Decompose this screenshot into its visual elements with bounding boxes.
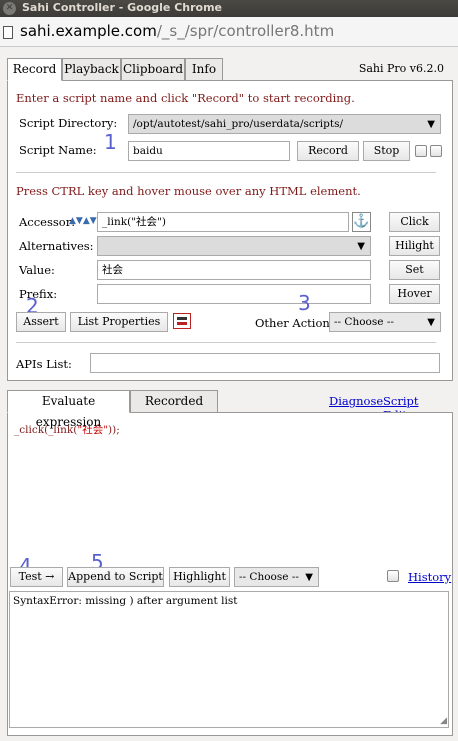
assert-button[interactable]: Assert (16, 312, 66, 332)
apis-list-input[interactable] (90, 353, 440, 373)
divider (16, 172, 436, 173)
evaluate-choose-select[interactable]: -- Choose -- ▼ (234, 567, 319, 587)
anchor-icon[interactable]: ⚓ (352, 212, 371, 232)
version-label: Sahi Pro v6.2.0 (358, 62, 444, 75)
apis-list-label: APIs List: (16, 357, 72, 371)
url-bar[interactable]: sahi.example.com/_s_/spr/controller8.htm (0, 17, 458, 47)
tab-info[interactable]: Info (185, 58, 223, 81)
accessor-arrows-icon[interactable]: ▲▼▲▼ (69, 216, 97, 226)
other-actions-label: Other Actions: (255, 316, 340, 330)
url-host: sahi.example.com (20, 22, 157, 40)
tab-evaluate-expression[interactable]: Evaluate expression (7, 390, 130, 429)
code-suffix: )); (108, 424, 120, 436)
script-name-label: Script Name: (19, 143, 97, 157)
set-button[interactable]: Set (389, 260, 440, 280)
tab-recorded-steps[interactable]: Recorded steps (130, 390, 218, 429)
other-actions-value: -- Choose -- (334, 316, 394, 328)
script-directory-label: Script Directory: (19, 116, 118, 130)
prefix-input[interactable] (97, 284, 371, 304)
window-titlebar: ✕ Sahi Controller - Google Chrome (0, 0, 458, 17)
value-input[interactable]: 社会 (97, 260, 371, 280)
close-icon[interactable]: ✕ (3, 2, 16, 15)
history-link[interactable]: History (408, 570, 451, 584)
record-option-checkbox-2[interactable] (430, 145, 442, 157)
record-instruction: Enter a script name and click "Record" t… (16, 91, 355, 105)
tab-playback[interactable]: Playback (62, 58, 121, 81)
hilight-button[interactable]: Hilight (389, 236, 440, 256)
window-title: Sahi Controller - Google Chrome (22, 1, 223, 14)
chevron-down-icon: ▼ (427, 317, 435, 328)
hover-instruction: Press CTRL key and hover mouse over any … (16, 184, 361, 198)
click-button[interactable]: Click (389, 212, 440, 232)
accessor-label: Accessor: (19, 215, 76, 229)
diagnose-link[interactable]: Diagnose (329, 394, 383, 408)
history-checkbox[interactable] (387, 570, 399, 582)
tab-playback-label: Playback (64, 62, 119, 76)
divider (16, 342, 436, 343)
list-properties-button[interactable]: List Properties (70, 312, 168, 332)
append-to-script-button[interactable]: Append to Script (67, 567, 164, 587)
inspect-icon[interactable] (173, 313, 191, 329)
evaluate-choose-value: -- Choose -- (239, 571, 299, 583)
test-button[interactable]: Test → (10, 567, 63, 587)
accessor-input[interactable]: _link("社会") (97, 212, 349, 232)
stop-button[interactable]: Stop (363, 141, 410, 161)
tab-record[interactable]: Record (7, 58, 62, 81)
record-option-checkbox-1[interactable] (415, 145, 427, 157)
chevron-down-icon: ▼ (305, 572, 313, 583)
tab-clipboard[interactable]: Clipboard (121, 58, 185, 81)
tab-evaluate-expression-label: Evaluate expression (35, 394, 102, 429)
script-directory-value: /opt/autotest/sahi_pro/userdata/scripts/ (133, 118, 343, 130)
other-actions-select[interactable]: -- Choose -- ▼ (329, 312, 441, 332)
record-button[interactable]: Record (297, 141, 359, 161)
alternatives-select[interactable]: ▼ (97, 236, 371, 256)
chevron-down-icon: ▼ (357, 241, 365, 252)
tab-clipboard-label: Clipboard (122, 62, 184, 76)
url-text[interactable]: sahi.example.com/_s_/spr/controller8.htm (20, 22, 334, 40)
chevron-down-icon: ▼ (427, 119, 435, 130)
expression-editor[interactable]: _click(_link("社会")); (9, 414, 450, 562)
script-name-input[interactable]: baidu (128, 141, 290, 161)
result-text: SyntaxError: missing ) after argument li… (13, 595, 238, 607)
alternatives-label: Alternatives: (19, 239, 94, 253)
tab-info-label: Info (191, 62, 217, 76)
url-path: /_s_/spr/controller8.htm (156, 22, 335, 40)
resize-handle-icon[interactable]: ◢ (440, 717, 447, 726)
annotation-1: 1 (104, 130, 117, 154)
annotation-3: 3 (298, 291, 311, 315)
hover-button[interactable]: Hover (389, 284, 440, 304)
script-directory-select[interactable]: /opt/autotest/sahi_pro/userdata/scripts/… (128, 114, 441, 134)
page-icon (3, 26, 13, 39)
highlight-button[interactable]: Highlight (169, 567, 230, 587)
result-output[interactable]: SyntaxError: missing ) after argument li… (9, 591, 449, 728)
value-label: Value: (19, 263, 55, 277)
tab-record-label: Record (12, 62, 57, 76)
